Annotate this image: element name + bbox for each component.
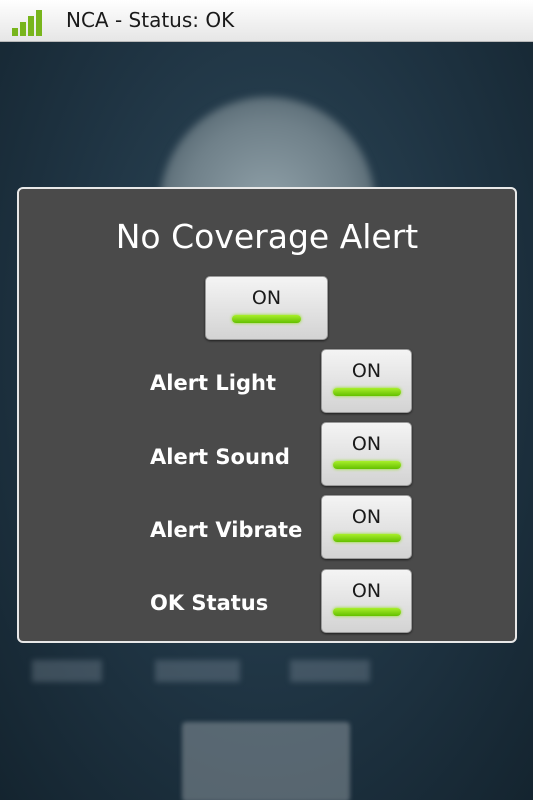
- alert-vibrate-label: Alert Vibrate: [150, 518, 303, 542]
- background-button: [182, 722, 350, 800]
- ok-status-label: OK Status: [150, 591, 269, 615]
- toggle-label: ON: [351, 580, 382, 602]
- toggle-indicator-light: [333, 388, 401, 396]
- alert-sound-toggle[interactable]: ON: [321, 422, 412, 486]
- status-bar: NCA - Status: OK: [0, 0, 533, 42]
- toggle-label: ON: [351, 506, 382, 528]
- ok-status-toggle[interactable]: ON: [321, 569, 412, 633]
- alert-vibrate-toggle[interactable]: ON: [321, 495, 412, 559]
- background-shortcut: [155, 660, 240, 682]
- no-coverage-alert-dialog: No Coverage Alert ON Alert Light ON Aler…: [17, 187, 517, 643]
- master-alert-toggle[interactable]: ON: [205, 276, 328, 340]
- toggle-label: ON: [351, 433, 382, 455]
- toggle-label: ON: [251, 287, 282, 309]
- toggle-indicator-light: [333, 608, 401, 616]
- toggle-indicator-light: [333, 534, 401, 542]
- toggle-indicator-light: [232, 315, 301, 323]
- alert-sound-label: Alert Sound: [150, 445, 290, 469]
- signal-bars-icon: [12, 8, 50, 36]
- background-shortcut: [290, 660, 370, 682]
- status-title: NCA - Status: OK: [66, 8, 235, 32]
- alert-light-toggle[interactable]: ON: [321, 349, 412, 413]
- background-shortcut: [32, 660, 102, 682]
- dialog-title: No Coverage Alert: [115, 217, 419, 256]
- alert-light-label: Alert Light: [150, 371, 276, 395]
- toggle-indicator-light: [333, 461, 401, 469]
- toggle-label: ON: [351, 360, 382, 382]
